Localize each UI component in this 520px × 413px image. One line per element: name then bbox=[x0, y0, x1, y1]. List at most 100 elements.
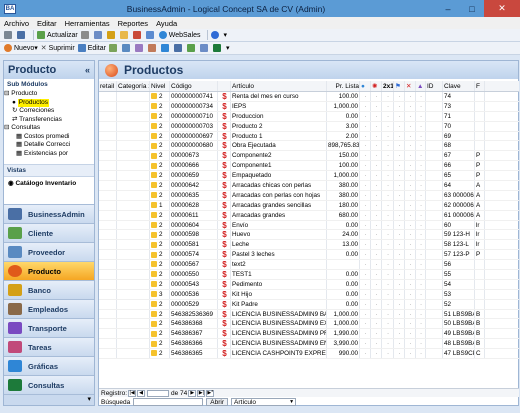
nuevo-button[interactable]: Nuevo ▾ bbox=[4, 43, 38, 54]
last-record-button[interactable]: ▶| bbox=[197, 389, 206, 397]
menu-reportes[interactable]: Reportes bbox=[118, 19, 148, 28]
users-button[interactable] bbox=[145, 30, 156, 41]
tree-item-correciones[interactable]: ↻ Correciones bbox=[4, 107, 94, 116]
col-header[interactable]: Clave bbox=[443, 81, 475, 91]
minimize-button[interactable]: – bbox=[436, 0, 460, 17]
table-row[interactable]: 2 00000673 $ Componente2 150.00 · · · · · · 67 P bbox=[99, 151, 519, 162]
table-row[interactable]: 2 00000567 $ text2 · · · · · · 56 bbox=[99, 260, 519, 271]
close-button[interactable]: ✕ bbox=[484, 0, 520, 17]
tree-item-existencias[interactable]: ▦ Existencias por bbox=[4, 150, 94, 159]
col-header[interactable]: Nivel bbox=[150, 81, 170, 91]
nav-graficas[interactable]: Gráficas bbox=[4, 356, 94, 375]
nav-transporte[interactable]: Transporte bbox=[4, 318, 94, 337]
folder-button[interactable] bbox=[119, 30, 130, 41]
print-button[interactable] bbox=[4, 30, 14, 41]
table-row[interactable]: 2 00000635 $ Arracadas con perlas con hojas… bbox=[99, 190, 519, 201]
tree-item-transferencias[interactable]: ⇄ Transferencias bbox=[4, 116, 94, 125]
toolbar-dropdown[interactable]: ▾ bbox=[224, 30, 228, 41]
table-row[interactable]: 2 000000000734 $ IEPS 1,000.00 · · · · · · 73 bbox=[99, 101, 519, 112]
col-header-offer[interactable]: ✺ bbox=[371, 81, 382, 91]
nav-businessadmin[interactable]: BusinessAdmin bbox=[4, 204, 94, 223]
menu-herramientas[interactable]: Herramientas bbox=[65, 19, 110, 28]
save-button[interactable] bbox=[17, 30, 27, 41]
table-row[interactable]: 2 00000659 $ Empaquetado 1,000.00 · · · · · · 65 P bbox=[99, 171, 519, 182]
col-header-status[interactable]: ● bbox=[360, 81, 371, 91]
col-header-2x1[interactable]: 2x1 bbox=[382, 81, 394, 91]
grid-button[interactable] bbox=[93, 30, 104, 41]
next-record-button[interactable]: ▶ bbox=[188, 389, 197, 397]
calculator-button[interactable] bbox=[80, 30, 91, 41]
nav-empleados[interactable]: Empleados bbox=[4, 299, 94, 318]
nav-cliente[interactable]: Cliente bbox=[4, 223, 94, 242]
table-row[interactable]: 2 00000666 $ Componente1 100.00 · · · · · · 66 P bbox=[99, 161, 519, 172]
columns-button[interactable] bbox=[147, 43, 158, 54]
col-header[interactable]: ID bbox=[426, 81, 443, 91]
table-row[interactable]: 2 00000550 $ TEST1 0.00 · · · · · · 55 bbox=[99, 270, 519, 280]
chart-button[interactable] bbox=[186, 43, 197, 54]
col-header[interactable] bbox=[218, 81, 231, 91]
col-header-flag[interactable]: ⚑ bbox=[394, 81, 405, 91]
menu-ayuda[interactable]: Ayuda bbox=[156, 19, 177, 28]
configure-nav-button[interactable]: ▾ bbox=[87, 396, 91, 403]
tree-item-producto[interactable]: ⊟ Producto bbox=[4, 90, 94, 99]
prev-record-button[interactable]: ◀ bbox=[137, 389, 146, 397]
table-row[interactable]: 2 000000000710 $ Produccion 0.00 · · · · · · 71 bbox=[99, 111, 519, 122]
table-row[interactable]: 2 000000000741 $ Renta del mes en curso 100.… bbox=[99, 92, 519, 102]
table-row[interactable]: 3 00000536 $ Kit Hijo 0.00 · · · · · · 53 bbox=[99, 289, 519, 300]
nav-consultas[interactable]: Consultas bbox=[4, 375, 94, 394]
editar-button[interactable]: Editar bbox=[77, 43, 106, 54]
tree-item-detalle[interactable]: ▦ Detalle Correcci bbox=[4, 141, 94, 150]
record-number-input[interactable] bbox=[147, 389, 170, 397]
calendar-button[interactable] bbox=[173, 43, 184, 54]
table-row[interactable]: 2 00000574 $ Pastel 3 leches 0.00 · · · · · · 57 12… bbox=[99, 250, 519, 261]
table-row[interactable]: 2 00000604 $ Envío 0.00 · · · · · · 60 lr bbox=[99, 220, 519, 231]
sort-asc-button[interactable] bbox=[108, 43, 119, 54]
table-row[interactable]: 2 000000000680 $ Obra Ejecutada 898,765.83 · ·… bbox=[99, 141, 519, 152]
tree-item-costos[interactable]: ▦ Costos promedi bbox=[4, 133, 94, 142]
table-row[interactable]: 2 546382536369 $ LICENCIA BUSINESSADMIN9 BA… bbox=[99, 309, 519, 320]
table-row[interactable]: 2 546386367 $ LICENCIA BUSINESSADMIN9 PR...… bbox=[99, 329, 519, 340]
new-record-button[interactable]: ▶* bbox=[206, 389, 215, 397]
actualizar-button[interactable]: Actualizar bbox=[37, 30, 78, 41]
col-header-discontinued[interactable]: ✕ bbox=[405, 81, 416, 91]
nav-producto[interactable]: Producto bbox=[4, 261, 94, 280]
table-row[interactable]: 1 00000628 $ Arracadas grandes sencillas 180… bbox=[99, 200, 519, 211]
nav-banco[interactable]: Banco bbox=[4, 280, 94, 299]
table-row[interactable]: 2 000000000697 $ Producto 1 2.00 · · · · · · 69 bbox=[99, 131, 519, 142]
nav-tareas[interactable]: Tareas bbox=[4, 337, 94, 356]
col-header[interactable]: F bbox=[475, 81, 485, 91]
help-button[interactable] bbox=[210, 30, 221, 41]
col-header[interactable]: retail bbox=[99, 81, 117, 91]
table-row[interactable]: 2 546386365 $ LICENCIA CASHPOINT9 EXPRESS 99… bbox=[99, 349, 519, 360]
export-button[interactable] bbox=[160, 43, 171, 54]
collapse-icon[interactable]: « bbox=[85, 65, 90, 75]
col-header[interactable]: Pr. Lista bbox=[327, 81, 360, 91]
col-header[interactable]: Artículo bbox=[231, 81, 327, 91]
tree-item-consultas[interactable]: ⊟ Consultas bbox=[4, 124, 94, 133]
col-header[interactable]: Código bbox=[170, 81, 218, 91]
excel-button[interactable] bbox=[212, 43, 223, 54]
maximize-button[interactable]: □ bbox=[460, 0, 484, 17]
col-header-pin[interactable]: ▲ bbox=[416, 81, 426, 91]
sort-desc-button[interactable] bbox=[121, 43, 132, 54]
vista-catalogo-inventario[interactable]: ◉ Catálogo Inventario bbox=[4, 177, 94, 189]
toolbar-dropdown[interactable]: ▾ bbox=[226, 43, 230, 54]
filter-button[interactable] bbox=[199, 43, 210, 54]
menu-archivo[interactable]: Archivo bbox=[4, 19, 29, 28]
search-input[interactable] bbox=[133, 398, 204, 406]
search-field-select[interactable]: Artículo bbox=[231, 398, 297, 406]
menu-editar[interactable]: Editar bbox=[37, 19, 57, 28]
table-row[interactable]: 2 00000543 $ Pedimento 0.00 · · · · · · 54 bbox=[99, 279, 519, 290]
table-row[interactable]: 2 000000000703 $ Producto 2 3.00 · · · · · · 70 bbox=[99, 121, 519, 132]
money-button[interactable] bbox=[106, 30, 117, 41]
flag-button[interactable] bbox=[132, 30, 143, 41]
table-row[interactable]: 2 00000611 $ Arracadas grandes 680.00 · · · · · · 6… bbox=[99, 210, 519, 221]
table-row[interactable]: 2 00000642 $ Arracadas chicas con perlas 380… bbox=[99, 181, 519, 191]
nav-proveedor[interactable]: Proveedor bbox=[4, 242, 94, 261]
table-row[interactable]: 2 00000529 $ Kit Padre 0.00 · · · · · · 52 bbox=[99, 299, 519, 310]
websales-button[interactable]: WebSales bbox=[158, 30, 201, 41]
col-header[interactable]: Categoría 2 bbox=[117, 81, 150, 91]
abrir-button[interactable]: Abrir bbox=[206, 398, 229, 406]
first-record-button[interactable]: |◀ bbox=[128, 389, 137, 397]
table-row[interactable]: 2 546386366 $ LICENCIA BUSINESSADMIN9 EN...… bbox=[99, 339, 519, 350]
